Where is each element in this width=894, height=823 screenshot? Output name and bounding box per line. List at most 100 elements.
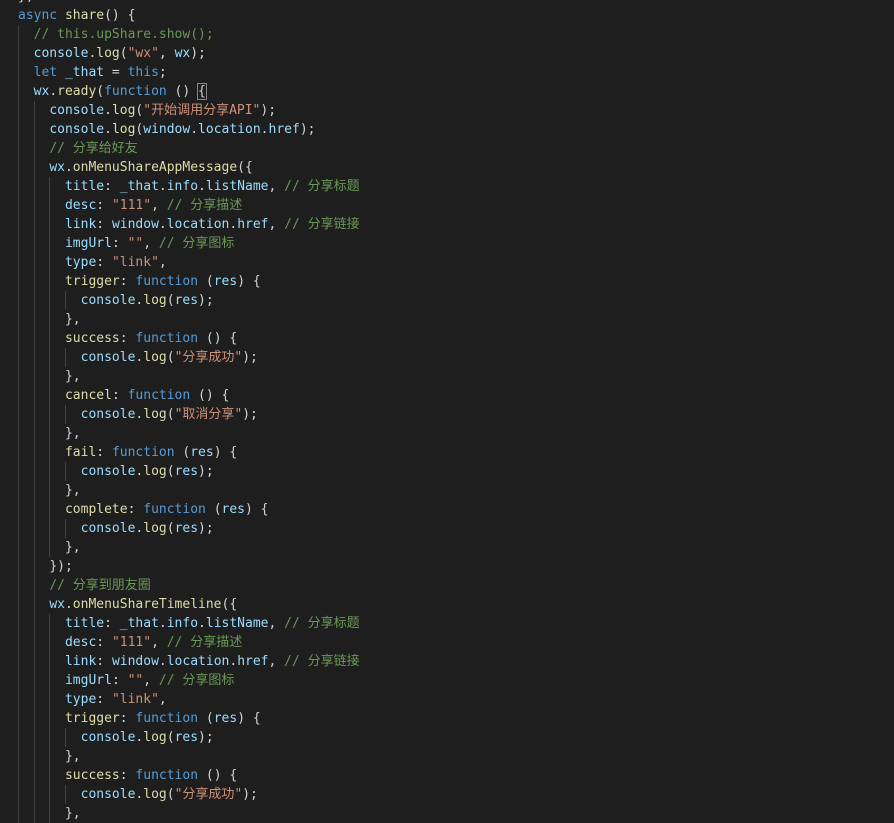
- code-line[interactable]: title: _that.info.listName, // 分享标题: [0, 614, 894, 633]
- code-token: info: [166, 179, 199, 194]
- code-line[interactable]: title: _that.info.listName, // 分享标题: [0, 177, 894, 196]
- code-line[interactable]: desc: "111", // 分享描述: [0, 633, 894, 652]
- code-line[interactable]: trigger: function (res) {: [0, 272, 894, 291]
- code-line[interactable]: cancel: function () {: [0, 386, 894, 405]
- code-line[interactable]: console.log("wx", wx);: [0, 44, 894, 63]
- indent-guide: [49, 215, 51, 234]
- code-line[interactable]: trigger: function (res) {: [0, 709, 894, 728]
- code-token: :: [111, 673, 128, 688]
- code-token: .: [158, 616, 167, 631]
- code-line[interactable]: desc: "111", // 分享描述: [0, 196, 894, 215]
- code-line[interactable]: },: [0, 747, 894, 766]
- code-token: function: [135, 274, 199, 289]
- code-token: console: [33, 46, 89, 61]
- indent-guide: [18, 747, 19, 766]
- indent-guide: [49, 310, 51, 329]
- indent-guide: [49, 272, 51, 291]
- code-line[interactable]: type: "link",: [0, 690, 894, 709]
- code-line[interactable]: complete: function (res) {: [0, 500, 894, 519]
- code-token: :: [111, 388, 128, 403]
- indent-guide: [49, 462, 51, 481]
- code-line[interactable]: imgUrl: "", // 分享图标: [0, 671, 894, 690]
- code-line[interactable]: link: window.location.href, // 分享链接: [0, 652, 894, 671]
- code-line[interactable]: console.log("分享成功");: [0, 785, 894, 804]
- code-line[interactable]: console.log(res);: [0, 728, 894, 747]
- code-line[interactable]: link: window.location.href, // 分享链接: [0, 215, 894, 234]
- code-line[interactable]: success: function () {: [0, 329, 894, 348]
- code-line[interactable]: },: [0, 367, 894, 386]
- indent-guide: [49, 481, 51, 500]
- indent-guide: [49, 804, 51, 823]
- indent-guide: [18, 139, 19, 158]
- code-line[interactable]: console.log(window.location.href);: [0, 120, 894, 139]
- code-line[interactable]: fail: function (res) {: [0, 443, 894, 462]
- code-line[interactable]: let _that = this;: [0, 63, 894, 82]
- indent-guide: [49, 633, 51, 652]
- code-line[interactable]: },: [0, 804, 894, 823]
- code-line[interactable]: async share() {: [0, 6, 894, 25]
- code-line[interactable]: // 分享到朋友圈: [0, 576, 894, 595]
- code-token: );: [242, 787, 258, 802]
- code-token: (: [166, 521, 175, 536]
- code-token: console: [80, 350, 136, 365]
- code-line[interactable]: type: "link",: [0, 253, 894, 272]
- code-line[interactable]: },: [0, 538, 894, 557]
- code-token: // 分享图标: [158, 236, 235, 251]
- code-line[interactable]: console.log(res);: [0, 519, 894, 538]
- code-line[interactable]: console.log(res);: [0, 462, 894, 481]
- code-line[interactable]: wx.onMenuShareAppMessage({: [0, 158, 894, 177]
- code-line[interactable]: console.log(res);: [0, 291, 894, 310]
- code-lines[interactable]: }, async share() { // this.upShare.show()…: [0, 0, 894, 823]
- code-token: :: [96, 654, 112, 669]
- code-token: window: [143, 122, 191, 137]
- code-token: function: [135, 768, 199, 783]
- indent-guide: [18, 272, 19, 291]
- code-token: "wx": [127, 46, 159, 61]
- code-line[interactable]: imgUrl: "", // 分享图标: [0, 234, 894, 253]
- code-token: // 分享标题: [284, 179, 360, 194]
- code-line[interactable]: // 分享给好友: [0, 139, 894, 158]
- indent-guide: [33, 253, 35, 272]
- code-token: // 分享描述: [166, 198, 243, 213]
- indent-guide: [18, 557, 19, 576]
- code-line[interactable]: console.log("取消分享");: [0, 405, 894, 424]
- code-line[interactable]: wx.onMenuShareTimeline({: [0, 595, 894, 614]
- code-token: function: [135, 711, 199, 726]
- indent-guide: [49, 690, 51, 709]
- code-line[interactable]: },: [0, 424, 894, 443]
- code-line[interactable]: // this.upShare.show();: [0, 25, 894, 44]
- indent-guide: [49, 348, 51, 367]
- code-token: () {: [198, 768, 238, 783]
- code-line[interactable]: },: [0, 310, 894, 329]
- code-editor[interactable]: }, async share() { // this.upShare.show()…: [0, 0, 894, 823]
- code-token: ,: [143, 236, 159, 251]
- code-token: complete: [64, 502, 128, 517]
- code-token: (: [119, 46, 128, 61]
- code-line[interactable]: },: [0, 481, 894, 500]
- code-line[interactable]: console.log("开始调用分享API");: [0, 101, 894, 120]
- code-line[interactable]: });: [0, 557, 894, 576]
- code-token: () {: [104, 8, 136, 23]
- indent-guide: [49, 329, 51, 348]
- code-token: () {: [198, 331, 238, 346]
- code-line[interactable]: success: function () {: [0, 766, 894, 785]
- code-token: ,: [158, 692, 167, 707]
- indent-guide: [18, 386, 19, 405]
- code-line[interactable]: console.log("分享成功");: [0, 348, 894, 367]
- code-token: share: [64, 8, 105, 23]
- code-line[interactable]: wx.ready(function () {: [0, 82, 894, 101]
- code-token: (: [198, 711, 214, 726]
- code-token: location: [198, 122, 261, 137]
- code-token: wx: [49, 160, 65, 175]
- indent-guide: [49, 671, 51, 690]
- indent-guide: [18, 538, 19, 557]
- code-token: );: [299, 122, 316, 137]
